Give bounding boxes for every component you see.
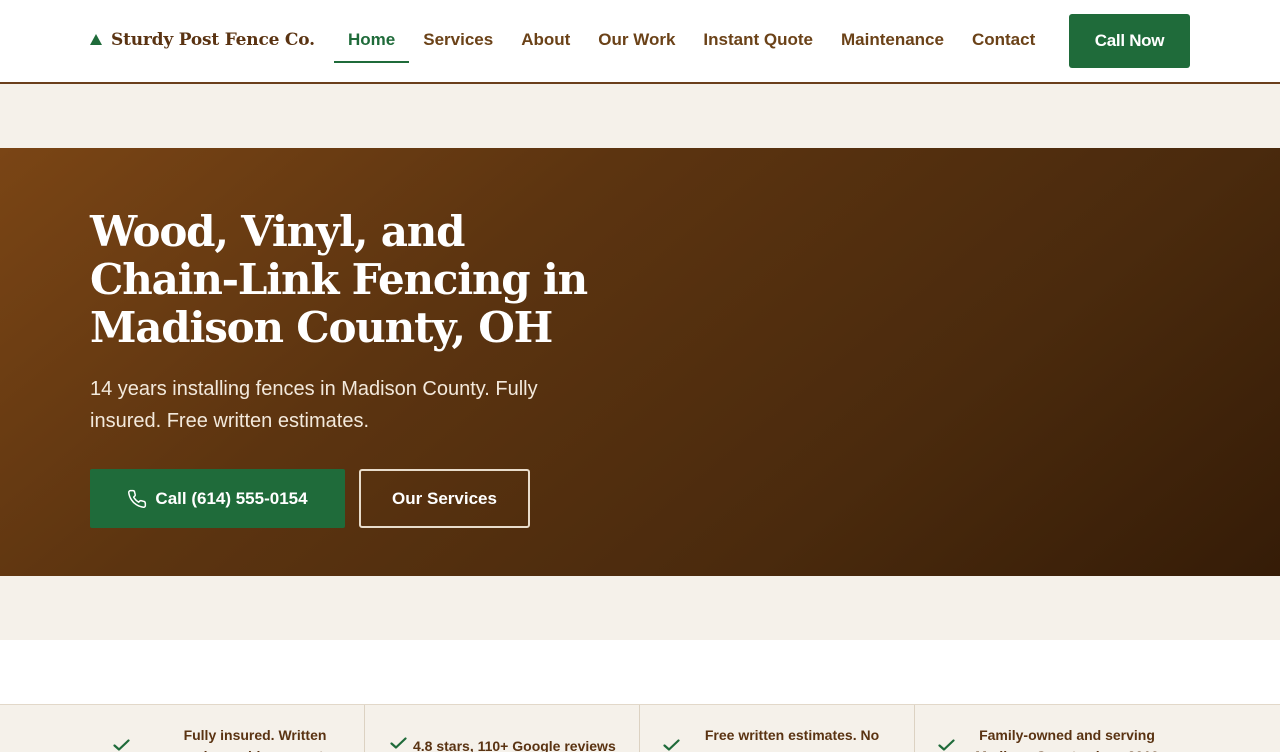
trust-item: Fully insured. Written workmanship warra… (0, 705, 364, 752)
call-phone-label: Call (614) 555-0154 (155, 488, 308, 508)
hero-section: Wood, Vinyl, and Chain-Link Fencing in M… (0, 148, 1280, 576)
section-spacer (0, 640, 1280, 704)
trust-item: Family-owned and serving Madison County … (915, 705, 1280, 752)
call-phone-button[interactable]: Call (614) 555-0154 (90, 469, 345, 528)
trust-item-text: 4.8 stars, 110+ Google reviews (413, 738, 616, 752)
triangle-icon (90, 34, 102, 45)
trust-item-text: Fully insured. Written workmanship warra… (179, 727, 332, 752)
nav-item-our-work[interactable]: Our Work (584, 20, 689, 63)
nav-item-contact[interactable]: Contact (958, 20, 1049, 63)
trust-item-text: Free written estimates. No pressure (704, 727, 880, 752)
trust-bar: Fully insured. Written workmanship warra… (0, 704, 1280, 752)
our-services-button[interactable]: Our Services (359, 469, 530, 528)
trust-item: 4.8 stars, 110+ Google reviews (365, 705, 639, 752)
hero-subtitle: 14 years installing fences in Madison Co… (90, 378, 538, 432)
nav-item-about[interactable]: About (507, 20, 584, 63)
hero-title: Wood, Vinyl, and Chain-Link Fencing in M… (90, 207, 588, 352)
trust-item-text: Family-owned and serving Madison County … (975, 727, 1159, 752)
main-nav: Home Services About Our Work Instant Quo… (334, 20, 1049, 63)
nav-item-maintenance[interactable]: Maintenance (827, 20, 958, 63)
call-now-button[interactable]: Call Now (1069, 14, 1190, 68)
check-icon (113, 739, 130, 751)
phone-icon (128, 489, 147, 508)
nav-item-instant-quote[interactable]: Instant Quote (689, 20, 827, 63)
brand-name: Sturdy Post Fence Co. (111, 30, 315, 50)
brand-logo[interactable]: Sturdy Post Fence Co. (90, 30, 315, 50)
check-icon (390, 737, 407, 749)
check-icon (938, 739, 955, 751)
trust-item: Free written estimates. No pressure (640, 705, 914, 752)
nav-item-services[interactable]: Services (409, 20, 507, 63)
nav-item-home[interactable]: Home (334, 20, 410, 63)
check-icon (663, 739, 680, 751)
site-header: Sturdy Post Fence Co. Home Services Abou… (0, 0, 1280, 84)
